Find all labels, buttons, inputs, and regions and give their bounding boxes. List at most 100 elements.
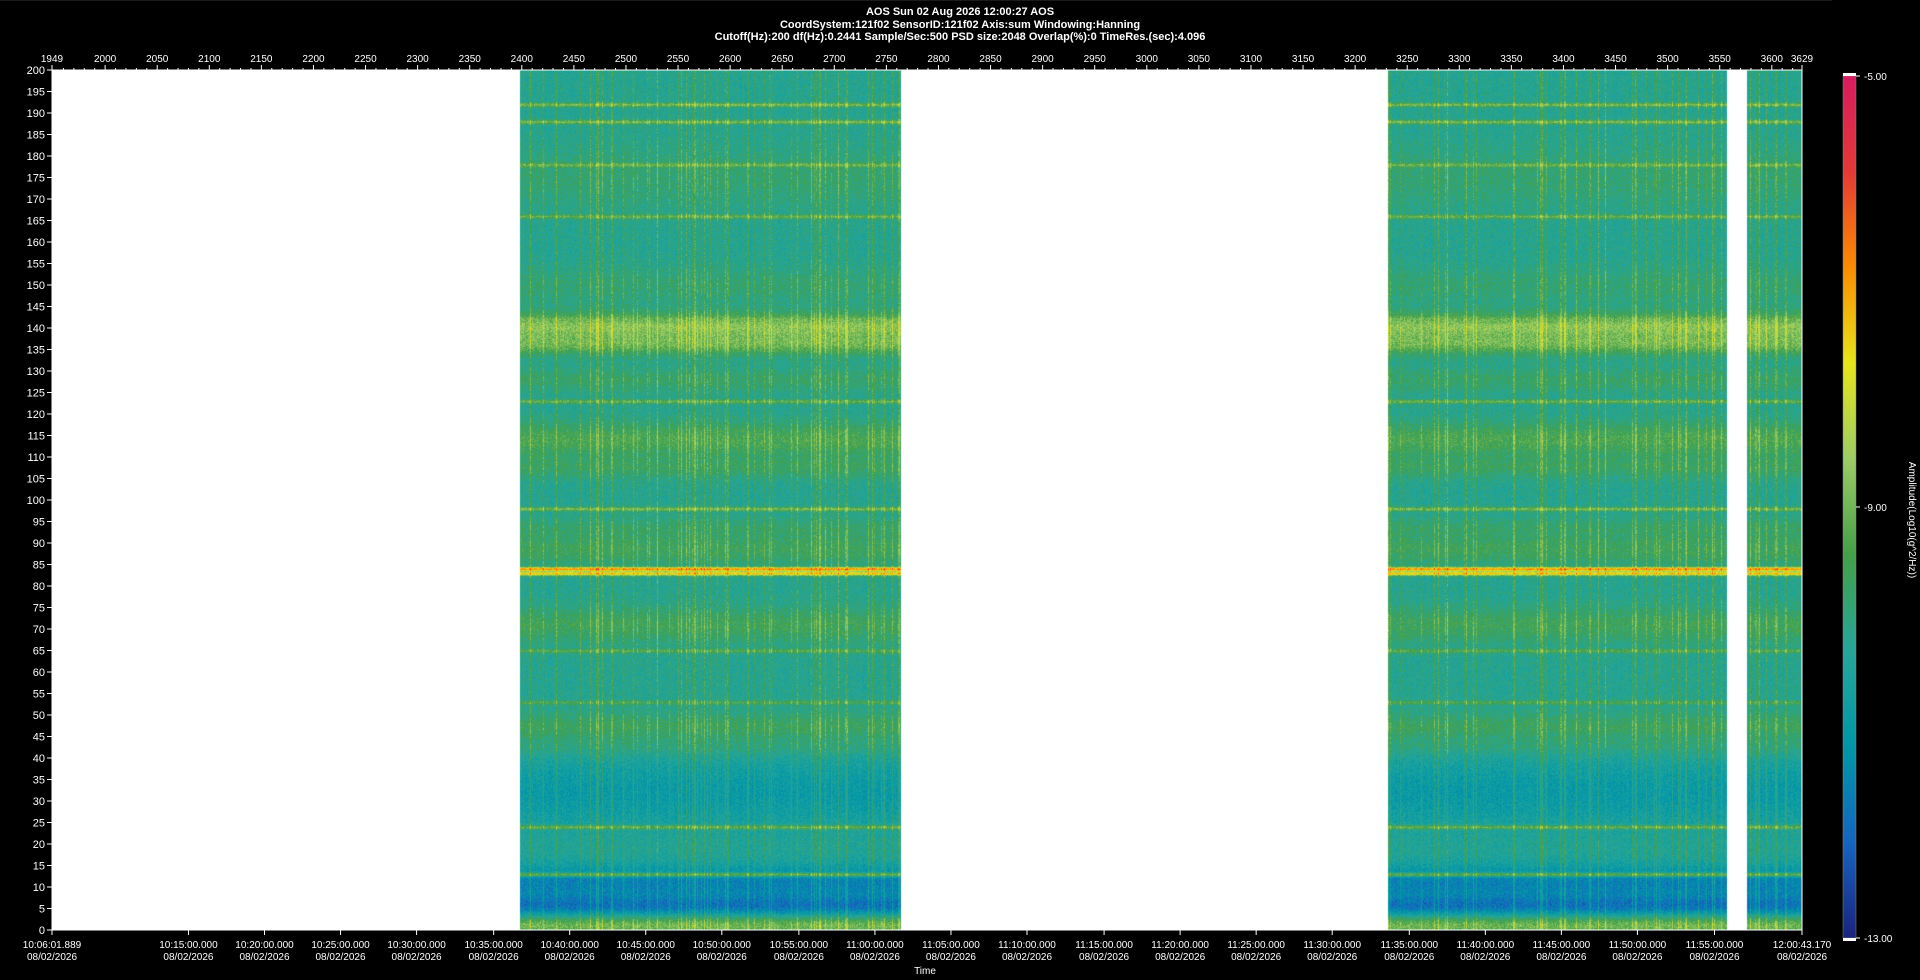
top-tick-label-3500: 3500 xyxy=(1657,54,1680,65)
y-tick-label-80: 80 xyxy=(33,581,45,593)
y-tick-label-70: 70 xyxy=(33,624,45,636)
time-tick-date-2: 08/02/2026 xyxy=(239,952,289,963)
top-tick-label-3550: 3550 xyxy=(1709,54,1732,65)
time-tick-label-3: 10:25:00.000 xyxy=(311,940,370,951)
time-tick-date-12: 08/02/2026 xyxy=(1002,952,1052,963)
time-tick-date-15: 08/02/2026 xyxy=(1231,952,1281,963)
y-tick-label-165: 165 xyxy=(27,216,45,228)
y-tick-label-135: 135 xyxy=(27,345,45,357)
time-tick-date-22: 08/02/2026 xyxy=(1777,952,1827,963)
y-tick-label-105: 105 xyxy=(27,474,45,486)
y-tick-label-50: 50 xyxy=(33,710,45,722)
y-tick-label-35: 35 xyxy=(33,775,45,787)
y-tick-label-10: 10 xyxy=(33,882,45,894)
time-tick-label-4: 10:30:00.000 xyxy=(387,940,446,951)
y-tick-label-130: 130 xyxy=(27,366,45,378)
time-tick-label-11: 11:05:00.000 xyxy=(922,940,980,951)
time-axis: 10:06:01.88908/02/202610:15:00.00008/02/… xyxy=(23,930,1832,963)
time-tick-label-19: 11:45:00.000 xyxy=(1533,940,1591,951)
colorbar-tick-label-2: -13.00 xyxy=(1864,934,1893,945)
top-tick-label-2350: 2350 xyxy=(459,54,482,65)
top-tick-label-2100: 2100 xyxy=(198,54,221,65)
y-tick-label-170: 170 xyxy=(27,194,45,206)
top-tick-label-2250: 2250 xyxy=(354,54,377,65)
top-tick-label-3000: 3000 xyxy=(1136,54,1159,65)
time-tick-label-5: 10:35:00.000 xyxy=(464,940,523,951)
y-tick-label-95: 95 xyxy=(33,517,45,529)
y-tick-label-100: 100 xyxy=(27,495,45,507)
time-tick-date-5: 08/02/2026 xyxy=(469,952,519,963)
top-tick-label-2750: 2750 xyxy=(875,54,898,65)
time-tick-date-20: 08/02/2026 xyxy=(1612,952,1662,963)
y-tick-label-85: 85 xyxy=(33,560,45,572)
time-tick-label-20: 11:50:00.000 xyxy=(1609,940,1667,951)
y-tick-label-160: 160 xyxy=(27,237,45,249)
top-tick-label-3350: 3350 xyxy=(1500,54,1523,65)
top-tick-label-2400: 2400 xyxy=(511,54,534,65)
time-tick-date-3: 08/02/2026 xyxy=(316,952,366,963)
top-tick-label-2200: 2200 xyxy=(302,54,325,65)
top-axis: 1949 2000 2050 2100 2150 2200 2250 2300 2350 2400… xyxy=(41,54,1814,70)
y-tick-label-30: 30 xyxy=(33,796,45,808)
time-tick-date-21: 08/02/2026 xyxy=(1689,952,1739,963)
time-tick-label-10: 11:00:00.000 xyxy=(846,940,904,951)
time-tick-label-9: 10:55:00.000 xyxy=(770,940,829,951)
x-axis-label: Time xyxy=(914,966,936,977)
colorbar-ramp xyxy=(1842,75,1857,939)
y-tick-label-0: 0 xyxy=(39,925,45,937)
time-tick-date-0: 08/02/2026 xyxy=(27,952,77,963)
y-tick-label-40: 40 xyxy=(33,753,45,765)
top-tick-label-2000: 2000 xyxy=(94,54,117,65)
top-tick-label-1949: 1949 xyxy=(41,54,64,65)
y-tick-label-65: 65 xyxy=(33,646,45,658)
top-tick-label-2850: 2850 xyxy=(979,54,1002,65)
time-tick-label-8: 10:50:00.000 xyxy=(693,940,752,951)
y-tick-label-155: 155 xyxy=(27,259,45,271)
time-tick-date-11: 08/02/2026 xyxy=(926,952,976,963)
y-tick-label-190: 190 xyxy=(27,108,45,120)
top-tick-label-2800: 2800 xyxy=(927,54,950,65)
y-tick-label-75: 75 xyxy=(33,603,45,615)
time-tick-date-10: 08/02/2026 xyxy=(850,952,900,963)
top-tick-label-3300: 3300 xyxy=(1448,54,1471,65)
time-tick-label-18: 11:40:00.000 xyxy=(1457,940,1515,951)
y-tick-label-45: 45 xyxy=(33,732,45,744)
time-tick-label-7: 10:45:00.000 xyxy=(617,940,676,951)
time-tick-date-16: 08/02/2026 xyxy=(1307,952,1357,963)
top-tick-label-2950: 2950 xyxy=(1084,54,1107,65)
time-tick-date-13: 08/02/2026 xyxy=(1079,952,1129,963)
time-tick-label-12: 11:10:00.000 xyxy=(998,940,1056,951)
spectrogram-heatmap xyxy=(52,70,1802,930)
time-tick-label-16: 11:30:00.000 xyxy=(1303,940,1361,951)
top-tick-label-3250: 3250 xyxy=(1396,54,1419,65)
y-tick-label-25: 25 xyxy=(33,818,45,830)
colorbar: -5.00 -9.00 -13.00 xyxy=(1842,72,1893,945)
top-tick-label-2900: 2900 xyxy=(1032,54,1055,65)
time-tick-date-18: 08/02/2026 xyxy=(1460,952,1510,963)
time-tick-date-1: 08/02/2026 xyxy=(163,952,213,963)
plot-area xyxy=(52,70,1802,930)
time-tick-label-22: 12:00:43.170 xyxy=(1773,940,1832,951)
time-tick-label-1: 10:15:00.000 xyxy=(159,940,218,951)
y-tick-label-60: 60 xyxy=(33,667,45,679)
time-tick-date-19: 08/02/2026 xyxy=(1536,952,1586,963)
top-tick-label-2500: 2500 xyxy=(615,54,638,65)
y-tick-label-140: 140 xyxy=(27,323,45,335)
top-tick-label-3050: 3050 xyxy=(1188,54,1211,65)
time-tick-label-13: 11:15:00.000 xyxy=(1075,940,1133,951)
top-tick-label-2150: 2150 xyxy=(250,54,273,65)
spectrogram-chart: 1949 2000 2050 2100 2150 2200 2250 2300 2350 2400… xyxy=(0,0,1917,977)
top-tick-label-3629: 3629 xyxy=(1791,54,1814,65)
top-tick-label-2050: 2050 xyxy=(146,54,169,65)
time-tick-date-17: 08/02/2026 xyxy=(1384,952,1434,963)
time-tick-date-6: 08/02/2026 xyxy=(545,952,595,963)
y-tick-label-5: 5 xyxy=(39,904,45,916)
time-tick-label-21: 11:55:00.000 xyxy=(1686,940,1744,951)
y-tick-label-200: 200 xyxy=(27,65,45,77)
y-tick-label-55: 55 xyxy=(33,689,45,701)
colorbar-tick-label-0: -5.00 xyxy=(1864,72,1887,83)
y-tick-label-90: 90 xyxy=(33,538,45,550)
top-tick-label-3450: 3450 xyxy=(1604,54,1627,65)
time-tick-label-2: 10:20:00.000 xyxy=(235,940,294,951)
colorbar-bottom-cap xyxy=(1843,938,1856,941)
